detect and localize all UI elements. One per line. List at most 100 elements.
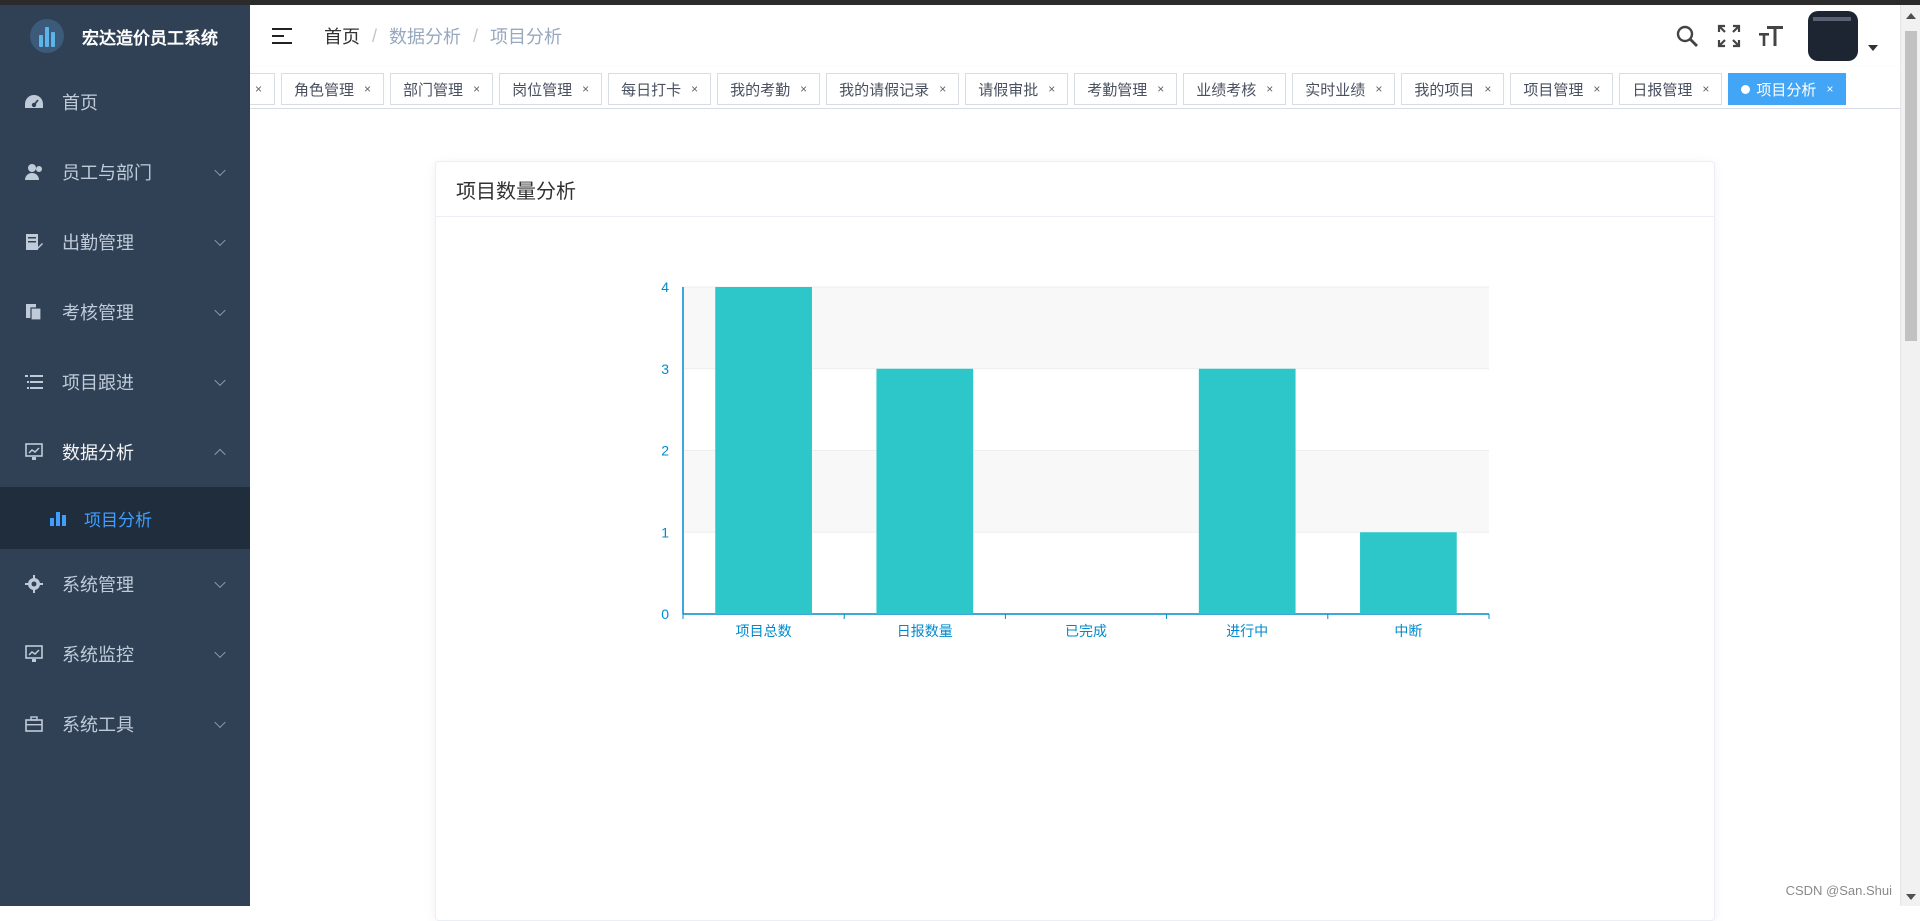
fullscreen-icon[interactable] (1716, 23, 1742, 49)
scroll-down-icon[interactable] (1906, 894, 1916, 900)
copy-doc-icon (24, 302, 44, 322)
x-tick-label: 项目总数 (736, 623, 792, 639)
chart-bar (1199, 369, 1296, 614)
menu-item-system-monitor[interactable]: 系统监控 (0, 619, 250, 689)
menu-item-assessment[interactable]: 考核管理 (0, 277, 250, 347)
watermark: CSDN @San.Shui (1786, 883, 1892, 898)
chevron-down-icon (214, 647, 225, 658)
close-icon[interactable]: × (691, 82, 698, 96)
close-icon[interactable]: × (1048, 82, 1055, 96)
menu-item-project-follow[interactable]: 项目跟进 (0, 347, 250, 417)
close-icon[interactable]: × (364, 82, 371, 96)
menu-item-label: 考核管理 (62, 299, 134, 325)
menu-item-data-analysis[interactable]: 数据分析 (0, 417, 250, 487)
tag-item[interactable]: 角色管理× (281, 73, 384, 105)
close-icon[interactable]: × (1593, 82, 1600, 96)
breadcrumb-current: 项目分析 (490, 23, 562, 49)
search-icon[interactable] (1674, 23, 1700, 49)
menu-item-label: 出勤管理 (62, 229, 134, 255)
chevron-down-icon (214, 165, 225, 176)
monitor-icon (24, 644, 44, 664)
close-icon[interactable]: × (1826, 82, 1833, 96)
menu-item-label: 系统监控 (62, 641, 134, 667)
tag-label: 日报管理 (1632, 79, 1692, 100)
x-tick-label: 进行中 (1226, 623, 1268, 639)
close-icon[interactable]: × (939, 82, 946, 96)
tag-item[interactable]: 我的考勤 × (717, 73, 820, 105)
caret-down-icon[interactable] (1868, 45, 1878, 51)
tag-label: 项目管理 (1523, 79, 1583, 100)
chart-bar (876, 369, 973, 614)
tag-item-partial[interactable]: × (250, 73, 275, 105)
menu-item-label: 数据分析 (62, 439, 134, 465)
tag-label: 我的请假记录 (839, 79, 929, 100)
tag-label: 我的考勤 (730, 79, 790, 100)
chevron-up-icon (214, 449, 225, 460)
tag-item[interactable]: 考勤管理× (1074, 73, 1177, 105)
tag-item[interactable]: 日报管理 × (1619, 73, 1722, 105)
close-icon[interactable]: × (473, 82, 480, 96)
card-title: 项目数量分析 (436, 162, 1714, 217)
tag-label: 项目分析 (1756, 79, 1816, 100)
menu-item-label: 系统管理 (62, 571, 134, 597)
tag-item-active[interactable]: 项目分析 × (1728, 73, 1846, 105)
breadcrumb-home[interactable]: 首页 (324, 23, 360, 49)
x-tick-label: 日报数量 (897, 623, 953, 639)
page-scrollbar[interactable] (1900, 5, 1920, 906)
tag-item[interactable]: 我的项目 × (1401, 73, 1504, 105)
tag-label: 部门管理 (403, 79, 463, 100)
font-size-icon[interactable] (1758, 23, 1784, 49)
menu-item-label: 员工与部门 (62, 159, 152, 185)
tag-item[interactable]: 项目管理 × (1510, 73, 1613, 105)
scroll-up-icon[interactable] (1906, 13, 1916, 19)
tag-label: 实时业绩 (1305, 79, 1365, 100)
scrollbar-thumb[interactable] (1905, 31, 1917, 341)
tag-item[interactable]: 岗位管理× (499, 73, 602, 105)
sidebar: 宏达造价员工系统 首页 员工与部门 出勤管理 考核管理 项目跟进 (0, 5, 250, 906)
sidebar-toggle-icon[interactable] (272, 27, 294, 45)
bar-chart: 01234项目总数日报数量已完成进行中中断 (436, 217, 1716, 657)
tag-label: 每日打卡 (621, 79, 681, 100)
bar-chart-icon (50, 510, 66, 526)
close-icon[interactable]: × (582, 82, 589, 96)
tag-item[interactable]: 每日打卡 × (608, 73, 711, 105)
app-title: 宏达造价员工系统 (82, 24, 218, 49)
close-icon[interactable]: × (1266, 82, 1273, 96)
menu-item-home[interactable]: 首页 (0, 67, 250, 137)
navbar-right (1674, 5, 1900, 67)
toolbox-icon (24, 714, 44, 734)
close-icon[interactable]: × (1484, 82, 1491, 96)
tag-label: 我的项目 (1414, 79, 1474, 100)
menu-item-system-admin[interactable]: 系统管理 (0, 549, 250, 619)
tag-item[interactable]: 我的请假记录 × (826, 73, 959, 105)
user-avatar[interactable] (1808, 11, 1858, 61)
y-tick-label: 1 (661, 524, 669, 540)
monitor-chart-icon (24, 442, 44, 462)
close-icon[interactable]: × (1157, 82, 1164, 96)
tag-item[interactable]: 实时业绩 × (1292, 73, 1395, 105)
close-icon[interactable]: × (800, 82, 807, 96)
menu-item-staff-dept[interactable]: 员工与部门 (0, 137, 250, 207)
tag-item[interactable]: 部门管理 × (390, 73, 493, 105)
menu-item-label: 项目跟进 (62, 369, 134, 395)
active-dot-icon (1741, 85, 1750, 94)
top-navbar: 首页 / 数据分析 / 项目分析 (250, 5, 1900, 67)
app-main: 项目数量分析 01234项目总数日报数量已完成进行中中断 (250, 109, 1900, 906)
tag-item[interactable]: 业绩考核× (1183, 73, 1286, 105)
submenu-item-project-analysis[interactable]: 项目分析 (0, 487, 250, 549)
submenu-item-label: 项目分析 (84, 506, 152, 531)
x-tick-label: 已完成 (1065, 623, 1107, 639)
edit-doc-icon (24, 232, 44, 252)
close-icon[interactable]: × (1375, 82, 1382, 96)
menu-item-attendance[interactable]: 出勤管理 (0, 207, 250, 277)
sidebar-logo[interactable]: 宏达造价员工系统 (0, 5, 250, 67)
chart-card: 项目数量分析 01234项目总数日报数量已完成进行中中断 (435, 161, 1715, 921)
close-icon[interactable]: × (255, 82, 262, 96)
chart-bar (715, 287, 812, 614)
breadcrumb-separator: / (473, 26, 478, 47)
menu-item-label: 首页 (62, 89, 98, 115)
menu-item-system-tools[interactable]: 系统工具 (0, 689, 250, 759)
chevron-down-icon (214, 375, 225, 386)
close-icon[interactable]: × (1702, 82, 1709, 96)
tag-item[interactable]: 请假审批× (965, 73, 1068, 105)
